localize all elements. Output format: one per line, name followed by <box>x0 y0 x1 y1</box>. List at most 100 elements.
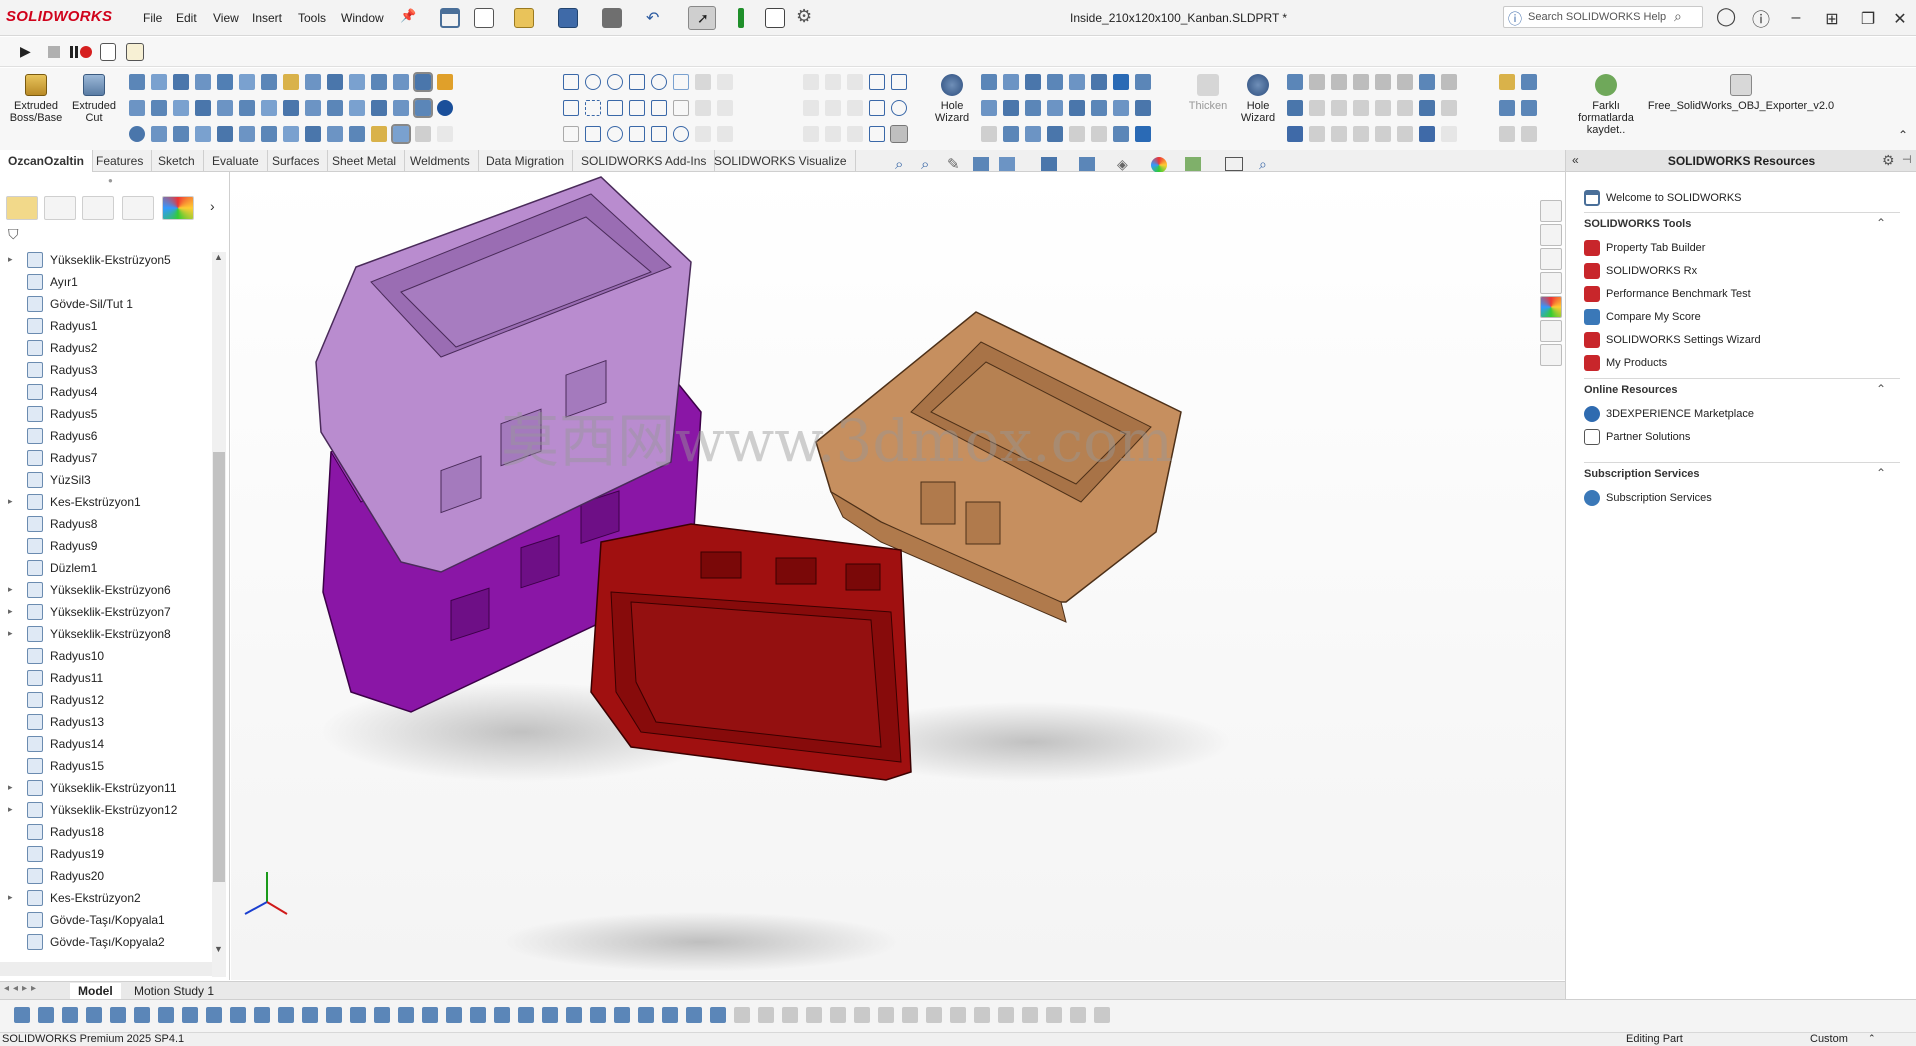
new-macro-icon[interactable] <box>100 43 116 61</box>
resource-item[interactable]: Property Tab Builder <box>1584 238 1884 260</box>
design-library-tab[interactable] <box>1540 224 1562 246</box>
menu-edit[interactable]: Edit <box>176 11 197 25</box>
filter-tool-icon[interactable] <box>542 1007 558 1023</box>
tree-item[interactable]: Radyus3 <box>0 359 212 381</box>
tree-item[interactable]: YüzSil3 <box>0 469 212 491</box>
sketch-tools-grid[interactable] <box>800 70 910 148</box>
resource-item[interactable]: SOLIDWORKS Rx <box>1584 261 1884 283</box>
filter-tool-icon[interactable] <box>1094 1007 1110 1023</box>
filter-tool-icon[interactable] <box>422 1007 438 1023</box>
display-style-icon[interactable] <box>1079 157 1095 171</box>
filter-tool-icon[interactable] <box>374 1007 390 1023</box>
tab-addins[interactable]: SOLIDWORKS Add-Ins <box>573 150 716 172</box>
bin-red[interactable] <box>590 523 912 781</box>
tree-item[interactable]: Radyus4 <box>0 381 212 403</box>
filter-tool-icon[interactable] <box>134 1007 150 1023</box>
property-manager-tab[interactable] <box>44 196 76 220</box>
minimize-button[interactable]: – <box>1784 9 1808 27</box>
tree-item[interactable]: Radyus5 <box>0 403 212 425</box>
filter-tool-icon[interactable] <box>662 1007 678 1023</box>
tree-item[interactable]: ▸ Yükseklik-Ekstrüzyon7 <box>0 601 212 623</box>
solidworks-logo[interactable]: SOLIDWORKS <box>6 8 112 25</box>
tab-ozcanozaltin[interactable]: OzcanOzaltin <box>0 150 94 172</box>
tree-item[interactable]: ▸ Yükseklik-Ekstrüzyon5 <box>0 249 212 271</box>
filter-tool-icon[interactable] <box>566 1007 582 1023</box>
filter-tool-icon[interactable] <box>710 1007 726 1023</box>
resource-item[interactable]: 3DEXPERIENCE Marketplace <box>1584 404 1884 426</box>
filter-tool-icon[interactable] <box>62 1007 78 1023</box>
zoom-to-fit-icon[interactable]: ⌕ <box>895 156 903 173</box>
expand-arrow-icon[interactable]: ▸ <box>8 606 13 617</box>
expand-arrow-icon[interactable]: ▸ <box>8 584 13 595</box>
expand-arrow-icon[interactable]: ▸ <box>8 254 13 265</box>
filter-tool-icon[interactable] <box>974 1007 990 1023</box>
menu-window[interactable]: Window <box>341 11 384 25</box>
resource-item[interactable]: Compare My Score <box>1584 307 1884 329</box>
section-subscription-title[interactable]: Subscription Services <box>1584 468 1700 480</box>
scroll-up-icon[interactable]: ▲ <box>214 252 223 262</box>
tab-model[interactable]: Model <box>70 983 121 999</box>
tree-item[interactable]: Radyus13 <box>0 711 212 733</box>
sheetmetal-icon-grid[interactable] <box>1284 70 1460 148</box>
forum-tab[interactable] <box>1540 344 1562 366</box>
tab-data-migration[interactable]: Data Migration <box>478 150 574 172</box>
custom-properties-tab[interactable] <box>1540 320 1562 342</box>
resource-item[interactable]: SOLIDWORKS Settings Wizard <box>1584 330 1884 352</box>
tree-scrollbar-thumb[interactable] <box>213 452 225 882</box>
filter-tool-icon[interactable] <box>950 1007 966 1023</box>
collapse-ribbon-icon[interactable]: ⌃ <box>1898 128 1908 142</box>
filter-tool-icon[interactable] <box>86 1007 102 1023</box>
previous-view-icon[interactable]: ✎ <box>947 155 960 173</box>
tree-item[interactable]: ▸ Yükseklik-Ekstrüzyon6 <box>0 579 212 601</box>
resources-home-tab[interactable] <box>1540 200 1562 222</box>
tree-item[interactable]: Radyus20 <box>0 865 212 887</box>
tree-item[interactable]: Radyus2 <box>0 337 212 359</box>
display-manager-tab[interactable] <box>162 196 194 220</box>
menu-view[interactable]: View <box>213 11 239 25</box>
expand-arrow-icon[interactable]: ▸ <box>8 496 13 507</box>
menu-file[interactable]: File <box>143 11 162 25</box>
options-gear-icon[interactable]: ⚙ <box>796 6 812 27</box>
filter-tool-icon[interactable] <box>38 1007 54 1023</box>
pin-pane-icon[interactable]: ⊣ <box>1902 153 1912 166</box>
tab-motion-study[interactable]: Motion Study 1 <box>126 983 222 999</box>
zoom-area-icon[interactable]: ⌕ <box>921 156 929 173</box>
tab-visualize[interactable]: SOLIDWORKS Visualize <box>706 150 856 172</box>
resource-item[interactable]: Partner Solutions <box>1584 427 1884 449</box>
horizontal-scrollbar[interactable] <box>0 962 212 976</box>
close-button[interactable]: ✕ <box>1888 9 1912 29</box>
edit-macro-icon[interactable] <box>126 43 144 61</box>
apply-scene-icon[interactable] <box>1185 157 1201 171</box>
tree-item[interactable]: Radyus8 <box>0 513 212 535</box>
help-question-icon[interactable]: ⓘ <box>1752 6 1770 32</box>
section-view-icon[interactable] <box>973 157 989 171</box>
filter-tool-icon[interactable] <box>254 1007 270 1023</box>
tree-item[interactable]: Düzlem1 <box>0 557 212 579</box>
tree-item[interactable]: Gövde-Taşı/Kopyala1 <box>0 909 212 931</box>
tree-item[interactable]: Radyus7 <box>0 447 212 469</box>
edit-appearance-icon[interactable] <box>1151 157 1167 173</box>
help-search-input[interactable]: ⓘ Search SOLIDWORKS Help ⌕ <box>1503 6 1703 28</box>
home-icon[interactable] <box>440 8 460 28</box>
section-tools-collapse-icon[interactable]: ⌃ <box>1876 216 1886 230</box>
hole-wizard-button-1[interactable]: Hole Wizard <box>924 74 980 124</box>
section-subscription-collapse-icon[interactable]: ⌃ <box>1876 466 1886 480</box>
open-folder-icon[interactable] <box>514 8 534 28</box>
filter-tool-icon[interactable] <box>638 1007 654 1023</box>
configuration-manager-tab[interactable] <box>82 196 114 220</box>
tree-item[interactable]: Radyus11 <box>0 667 212 689</box>
file-explorer-tab[interactable] <box>1540 248 1562 270</box>
tab-features[interactable]: Features <box>88 150 153 172</box>
tree-item[interactable]: Gövde-Taşı/Kopyala2 <box>0 931 212 953</box>
filter-tool-icon[interactable] <box>230 1007 246 1023</box>
filter-tool-icon[interactable] <box>758 1007 774 1023</box>
filter-tool-icon[interactable] <box>470 1007 486 1023</box>
filter-tool-icon[interactable] <box>326 1007 342 1023</box>
resource-item[interactable]: Subscription Services <box>1584 488 1884 510</box>
view-orientation-icon[interactable] <box>1041 157 1057 171</box>
tab-sketch[interactable]: Sketch <box>150 150 204 172</box>
features-icon-grid-1[interactable] <box>126 70 456 148</box>
rebuild-icon[interactable] <box>738 8 744 28</box>
filter-tool-icon[interactable] <box>902 1007 918 1023</box>
expand-arrow-icon[interactable]: ▸ <box>8 804 13 815</box>
